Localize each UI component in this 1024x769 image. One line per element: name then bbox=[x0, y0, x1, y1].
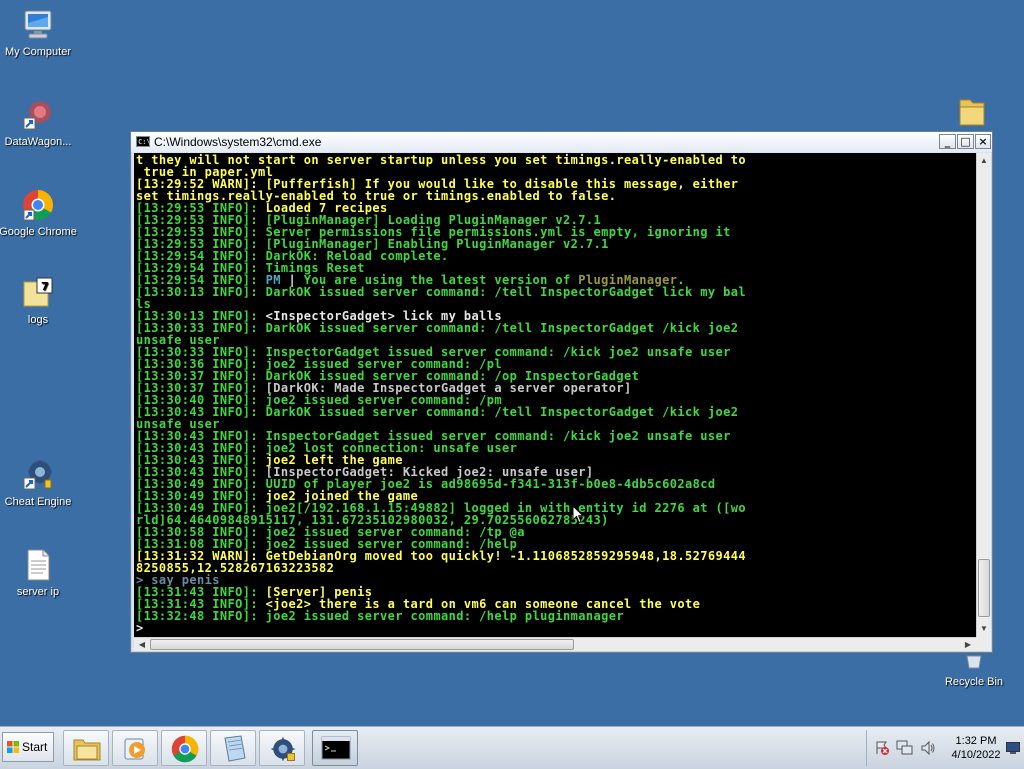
desktop-icon-google-chrome[interactable]: Google Chrome bbox=[0, 188, 78, 238]
shortcut-icon bbox=[21, 98, 55, 132]
console-text: [13:30:13 INFO]: DarkOK issued server co… bbox=[136, 285, 746, 299]
desktop-icon-label: Recycle Bin bbox=[944, 676, 1004, 688]
folder-icon bbox=[73, 739, 101, 761]
action-center-icon[interactable] bbox=[874, 740, 890, 756]
scrollbar-corner bbox=[976, 637, 991, 651]
desktop-icon-label: logs bbox=[27, 314, 49, 326]
console-text: [13:30:43 INFO]: DarkOK issued server co… bbox=[136, 405, 739, 419]
desktop-icon-cheat-engine[interactable]: Cheat Engine bbox=[0, 458, 78, 508]
horizontal-scrollbar[interactable]: ◀ ▶ bbox=[134, 637, 976, 651]
scroll-left-arrow-icon[interactable]: ◀ bbox=[134, 638, 150, 651]
desktop-icon-label: Cheat Engine bbox=[4, 496, 72, 508]
cheat-engine-taskbar-button[interactable] bbox=[259, 730, 305, 766]
desktop-icon-label: My Computer bbox=[4, 46, 72, 58]
chrome-icon bbox=[21, 188, 55, 222]
console-text: [13:30:33 INFO]: DarkOK issued server co… bbox=[136, 321, 739, 335]
window-title: C:\Windows\system32\cmd.exe bbox=[154, 135, 322, 149]
cmd-icon bbox=[321, 736, 351, 760]
notepad-icon bbox=[224, 735, 246, 762]
media-player-taskbar-button[interactable] bbox=[112, 730, 158, 766]
start-label: Start bbox=[22, 740, 48, 754]
chrome-taskbar-button[interactable] bbox=[161, 730, 207, 766]
close-button[interactable]: × bbox=[975, 134, 991, 149]
console-line: [13:30:43 INFO]: DarkOK issued server co… bbox=[136, 406, 976, 418]
desktop-icon-label: server ip bbox=[16, 586, 60, 598]
scroll-up-arrow-icon[interactable]: ▲ bbox=[977, 153, 991, 169]
console-text: > bbox=[136, 621, 144, 635]
notepad-file-icon: 7 bbox=[21, 276, 55, 310]
folder-icon bbox=[955, 94, 989, 128]
console-line: [13:30:33 INFO]: DarkOK issued server co… bbox=[136, 322, 976, 334]
console-text: [13:32:48 INFO]: joe2 issued server comm… bbox=[136, 609, 624, 623]
tray-separator bbox=[866, 730, 867, 766]
desktop-icon-my-computer[interactable]: My Computer bbox=[0, 8, 78, 58]
desktop-icon-folder[interactable] bbox=[932, 94, 1012, 132]
volume-icon[interactable] bbox=[920, 740, 936, 756]
cheat-engine-icon bbox=[21, 458, 55, 492]
clock-time[interactable]: 1:32 PM bbox=[946, 735, 1006, 747]
desktop-icon-server-ip[interactable]: server ip bbox=[0, 548, 78, 598]
console-output[interactable]: t they will not start on server startup … bbox=[134, 153, 976, 637]
show-desktop-icon[interactable] bbox=[1006, 742, 1020, 754]
console-line: > bbox=[136, 622, 976, 634]
system-tray: 1:32 PM 4/10/2022 bbox=[866, 730, 1024, 766]
desktop-icon-datawagon[interactable]: DataWagon... bbox=[0, 98, 78, 148]
console-line: [13:32:48 INFO]: joe2 issued server comm… bbox=[136, 610, 976, 622]
desktop-icon-label: Google Chrome bbox=[0, 226, 77, 238]
cmd-icon[interactable]: C:\ bbox=[136, 136, 151, 147]
notepad-taskbar-button[interactable] bbox=[210, 730, 256, 766]
scroll-down-arrow-icon[interactable]: ▼ bbox=[977, 621, 991, 637]
minimize-button[interactable]: _ bbox=[939, 134, 956, 149]
network-icon[interactable] bbox=[896, 740, 914, 756]
vertical-scroll-thumb[interactable] bbox=[978, 559, 990, 617]
cheat-engine-icon bbox=[270, 736, 296, 762]
windows-flag-icon bbox=[7, 741, 19, 753]
media-player-icon bbox=[124, 738, 145, 760]
clock-date[interactable]: 4/10/2022 bbox=[946, 749, 1006, 761]
window-titlebar[interactable]: C:\ C:\Windows\system32\cmd.exe _ □ × bbox=[131, 132, 992, 152]
cmd-window[interactable]: C:\ C:\Windows\system32\cmd.exe _ □ × t … bbox=[130, 131, 993, 653]
computer-icon bbox=[21, 8, 55, 42]
svg-text:7: 7 bbox=[41, 280, 49, 293]
text-file-icon bbox=[21, 548, 55, 582]
console-lines: t they will not start on server startup … bbox=[134, 153, 976, 634]
maximize-button[interactable]: □ bbox=[957, 134, 974, 149]
desktop-icon-logs[interactable]: 7 logs bbox=[0, 276, 78, 326]
explorer-taskbar-button[interactable] bbox=[63, 730, 109, 766]
console-line: [13:30:13 INFO]: DarkOK issued server co… bbox=[136, 286, 976, 298]
mouse-cursor-icon bbox=[572, 505, 584, 524]
taskbar: Start 1:32 PM 4/10/2022 bbox=[0, 726, 1024, 769]
cmd-taskbar-button[interactable] bbox=[312, 730, 358, 766]
vertical-scrollbar[interactable]: ▲ ▼ bbox=[976, 153, 991, 637]
horizontal-scroll-thumb[interactable] bbox=[150, 639, 574, 650]
start-button[interactable]: Start bbox=[2, 732, 54, 762]
scroll-right-arrow-icon[interactable]: ▶ bbox=[960, 638, 976, 651]
console-line: 8250855,12.528267163223582 bbox=[136, 562, 976, 574]
chrome-icon bbox=[171, 735, 199, 763]
desktop-icon-label: DataWagon... bbox=[4, 136, 72, 148]
